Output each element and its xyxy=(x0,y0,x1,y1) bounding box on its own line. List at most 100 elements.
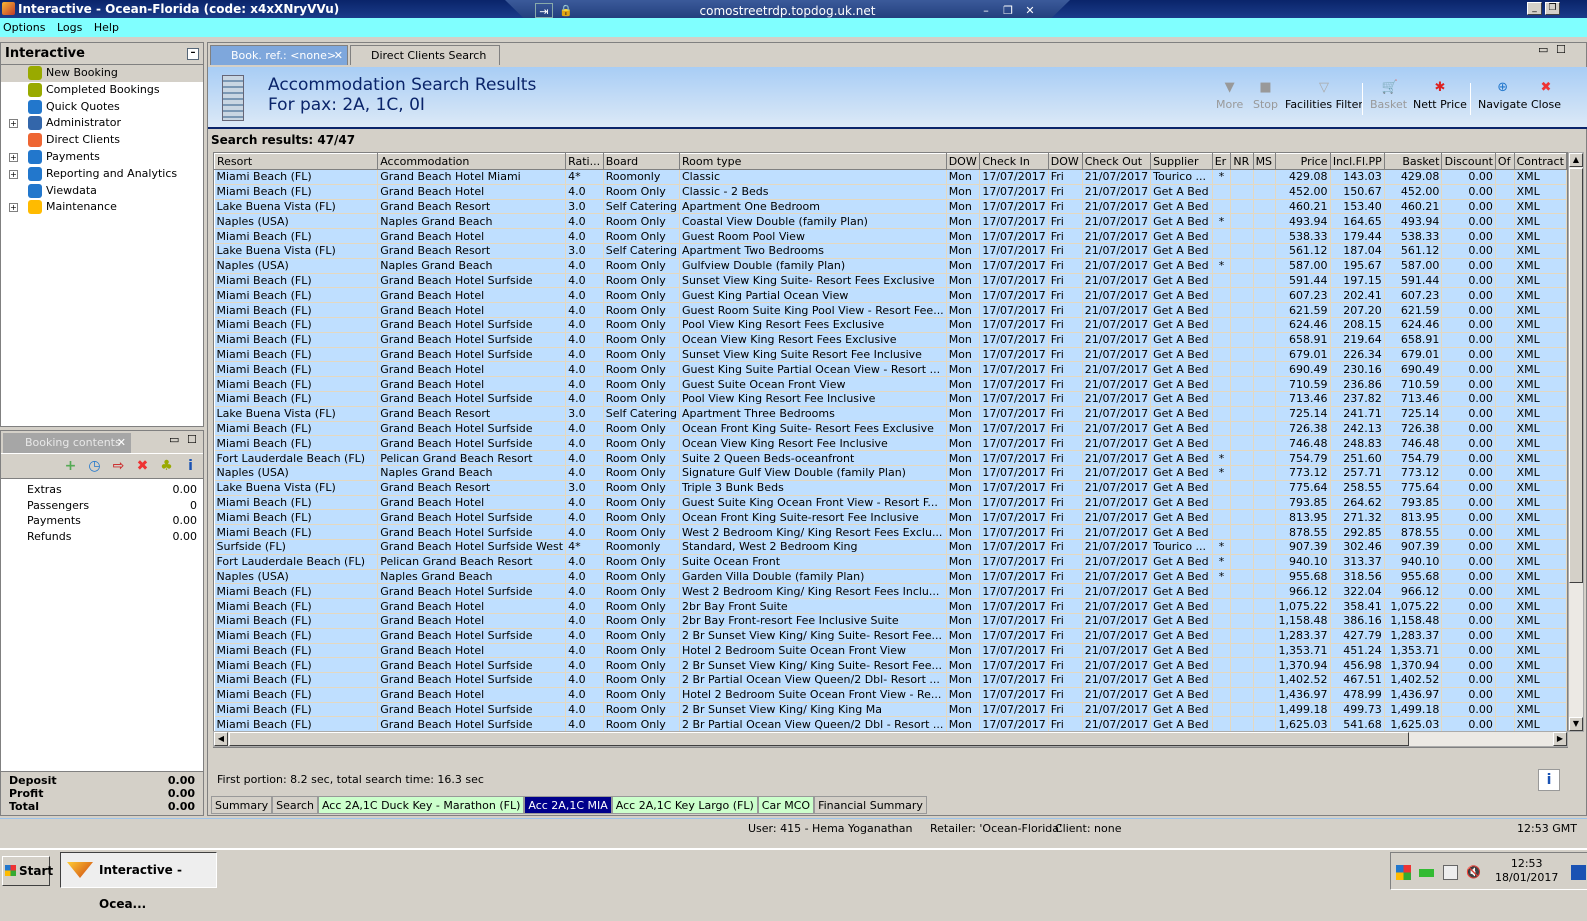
scroll-thumb[interactable] xyxy=(1569,168,1583,583)
table-row[interactable]: Naples (USA) Naples Grand Beach 4.0 Room On… xyxy=(214,465,1567,481)
scroll-up-button[interactable]: ▲ xyxy=(1569,153,1583,167)
table-row[interactable]: Miami Beach (FL) Grand Beach Hotel Surfsi… xyxy=(214,317,1567,333)
column-header-ms[interactable]: MS xyxy=(1252,153,1277,170)
bottom-tab-financial-summary[interactable]: Financial Summary xyxy=(814,796,927,814)
table-row[interactable]: Lake Buena Vista (FL) Grand Beach Resort 3… xyxy=(214,199,1567,215)
table-row[interactable]: Miami Beach (FL) Grand Beach Hotel 4.0 Room… xyxy=(214,376,1567,392)
taskbar-app-interactive[interactable]: Interactive - Ocea... xyxy=(60,852,217,911)
table-row[interactable]: Miami Beach (FL) Grand Beach Hotel Surfsi… xyxy=(214,509,1567,526)
start-button[interactable]: Start xyxy=(2,856,53,886)
close-icon[interactable]: ✕ xyxy=(117,433,126,453)
table-row[interactable]: Miami Beach (FL) Grand Beach Hotel Surfsi… xyxy=(214,583,1567,600)
table-row[interactable]: Lake Buena Vista (FL) Grand Beach Resort 3… xyxy=(214,406,1567,422)
table-row[interactable]: Miami Beach (FL) Grand Beach Hotel Surfsi… xyxy=(214,421,1567,437)
column-header-er[interactable]: Er xyxy=(1211,153,1232,170)
scroll-down-button[interactable]: ▼ xyxy=(1569,717,1583,731)
facilities-filter-button[interactable]: ▽ Facilities Filter xyxy=(1285,81,1363,112)
nav-item-completed-bookings[interactable]: Completed Bookings xyxy=(1,82,203,99)
column-header-dow[interactable]: DOW xyxy=(945,153,981,170)
nav-item-quick-quotes[interactable]: Quick Quotes xyxy=(1,99,203,116)
minimize-button[interactable]: _ xyxy=(1527,2,1542,15)
table-row[interactable]: Naples (USA) Naples Grand Beach 4.0 Room On… xyxy=(214,213,1567,230)
close-tab-icon[interactable]: ✕ xyxy=(334,46,343,66)
info-button[interactable]: i xyxy=(1538,769,1560,791)
rdp-close-button[interactable]: ✕ xyxy=(1021,3,1039,18)
table-row[interactable]: Miami Beach (FL) Grand Beach Hotel Surfsi… xyxy=(214,524,1567,540)
table-row[interactable]: Fort Lauderdale Beach (FL) Pelican Grand … xyxy=(214,554,1567,570)
table-row[interactable]: Lake Buena Vista (FL) Grand Beach Resort 3… xyxy=(214,243,1567,259)
table-row[interactable]: Miami Beach (FL) Grand Beach Hotel 4.0 Room… xyxy=(214,495,1567,511)
basket-button[interactable]: 🛒 Basket xyxy=(1370,81,1407,112)
nav-item-viewdata[interactable]: Viewdata xyxy=(1,183,203,200)
nav-item-direct-clients[interactable]: Direct Clients xyxy=(1,132,203,149)
network-card-icon[interactable] xyxy=(1419,869,1434,877)
table-row[interactable]: Miami Beach (FL) Grand Beach Hotel Surfsi… xyxy=(214,672,1567,688)
column-header-nr[interactable]: NR xyxy=(1230,153,1254,170)
volume-muted-icon[interactable]: 🔇 xyxy=(1466,865,1481,880)
rdp-minimize-button[interactable]: – xyxy=(977,3,995,18)
collapse-icon[interactable]: – xyxy=(187,48,199,60)
column-header-supplier[interactable]: Supplier xyxy=(1150,153,1213,170)
table-row[interactable]: Miami Beach (FL) Grand Beach Hotel Surfsi… xyxy=(214,628,1567,644)
nav-item-new-booking[interactable]: New Booking xyxy=(1,65,203,82)
table-row[interactable]: Miami Beach (FL) Grand Beach Hotel 4.0 Room… xyxy=(214,598,1567,614)
table-row[interactable]: Miami Beach (FL) Grand Beach Hotel Surfsi… xyxy=(214,273,1567,289)
bottom-tab-car-mco[interactable]: Car MCO xyxy=(757,796,815,814)
table-row[interactable]: Naples (USA) Naples Grand Beach 4.0 Room On… xyxy=(214,258,1567,274)
close-button[interactable]: ✖ Close xyxy=(1531,81,1561,112)
column-header-resort[interactable]: Resort xyxy=(214,153,379,170)
add-icon[interactable]: + xyxy=(63,459,78,474)
column-header-incl-fl-pp[interactable]: Incl.Fl.PP xyxy=(1329,153,1385,170)
column-header-rati-[interactable]: Rati... xyxy=(565,153,604,170)
column-header-basket[interactable]: Basket xyxy=(1383,153,1443,170)
menu-help[interactable]: Help xyxy=(94,21,119,34)
scroll-left-button[interactable]: ◀ xyxy=(214,732,228,746)
nett-price-button[interactable]: ✱ Nett Price xyxy=(1413,81,1467,112)
tab-booking[interactable]: Book. ref.: <none> ✕ xyxy=(210,45,348,65)
column-header-check-out[interactable]: Check Out xyxy=(1081,153,1152,170)
table-row[interactable]: Miami Beach (FL) Grand Beach Hotel 4.0 Room… xyxy=(214,287,1567,304)
column-header-discount[interactable]: Discount xyxy=(1441,153,1496,170)
show-desktop-icon[interactable] xyxy=(1571,865,1586,880)
table-row[interactable]: Miami Beach (FL) Grand Beach Hotel 4.0 Room… xyxy=(214,361,1567,378)
hscroll-thumb[interactable] xyxy=(229,732,1409,746)
clock[interactable]: 12:53 18/01/2017 xyxy=(1495,857,1558,885)
table-row[interactable]: Miami Beach (FL) Grand Beach Hotel Surfsi… xyxy=(214,391,1567,407)
table-row[interactable]: Surfside (FL) Grand Beach Hotel Surfside … xyxy=(214,539,1567,555)
info-icon[interactable]: i xyxy=(183,459,198,474)
table-row[interactable]: Miami Beach (FL) Grand Beach Hotel 4.0 Room… xyxy=(214,184,1567,200)
tab-direct-clients-search[interactable]: Direct Clients Search xyxy=(350,45,500,65)
lock-icon[interactable]: 🔒 xyxy=(557,3,575,18)
bottom-tab-acc-2a-1c-duck-key-marathon-fl-[interactable]: Acc 2A,1C Duck Key - Marathon (FL) xyxy=(317,796,525,814)
network-icon[interactable] xyxy=(1443,865,1458,880)
stop-button[interactable]: ■ Stop xyxy=(1253,81,1278,112)
vertical-scrollbar[interactable]: ▲ ▼ xyxy=(1568,152,1584,732)
nav-item-administrator[interactable]: + Administrator xyxy=(1,115,203,132)
column-header-dow[interactable]: DOW xyxy=(1047,153,1083,170)
nav-item-reporting-and-analytics[interactable]: + Reporting and Analytics xyxy=(1,166,203,183)
nav-item-payments[interactable]: + Payments xyxy=(1,149,203,166)
bottom-tab-acc-2a-1c-key-largo-fl-[interactable]: Acc 2A,1C Key Largo (FL) xyxy=(611,796,758,814)
menu-logs[interactable]: Logs xyxy=(57,21,82,34)
table-row[interactable]: Miami Beach (FL) Grand Beach Hotel Surfsi… xyxy=(214,332,1567,348)
table-row[interactable]: Fort Lauderdale Beach (FL) Pelican Grand … xyxy=(214,450,1567,466)
basket-icon[interactable]: ⇨ xyxy=(111,459,126,474)
column-header-board[interactable]: Board xyxy=(602,153,680,170)
horizontal-scrollbar[interactable]: ◀ ▶ xyxy=(213,731,1568,747)
table-row[interactable]: Miami Beach (FL) Grand Beach Hotel Surfsi… xyxy=(214,716,1567,733)
navigate-button[interactable]: ⊕ Navigate xyxy=(1478,81,1527,112)
column-header-check-in[interactable]: Check In xyxy=(979,153,1049,170)
table-row[interactable]: Miami Beach (FL) Grand Beach Hotel 4.0 Room… xyxy=(214,613,1567,629)
more-button[interactable]: ▼ More xyxy=(1216,81,1243,112)
expand-icon[interactable]: + xyxy=(9,152,18,162)
column-header-room-type[interactable]: Room type xyxy=(678,153,947,170)
column-header-price[interactable]: Price xyxy=(1275,153,1331,170)
table-row[interactable]: Naples (USA) Naples Grand Beach 4.0 Room On… xyxy=(214,569,1567,585)
table-row[interactable]: Miami Beach (FL) Grand Beach Hotel 4.0 Room… xyxy=(214,643,1567,659)
table-row[interactable]: Miami Beach (FL) Grand Beach Hotel 4.0 Room… xyxy=(214,687,1567,703)
bottom-tab-acc-2a-1c-mia[interactable]: Acc 2A,1C MIA xyxy=(524,796,612,814)
rdp-restore-button[interactable]: ❐ xyxy=(999,3,1017,18)
panel-maximize-icon[interactable]: ☐ xyxy=(1556,43,1566,56)
clock-icon[interactable]: ◷ xyxy=(87,459,102,474)
antivirus-icon[interactable] xyxy=(1396,865,1411,880)
